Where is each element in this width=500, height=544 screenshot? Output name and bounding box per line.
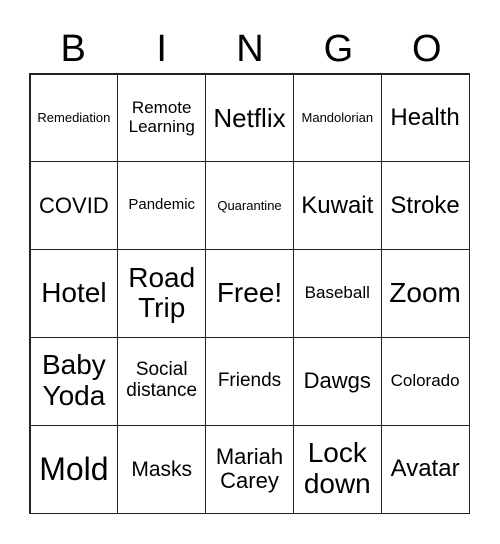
bingo-cell[interactable]: Kuwait bbox=[292, 161, 382, 251]
header-letter-o: O bbox=[412, 28, 442, 70]
bingo-cell[interactable]: Friends bbox=[205, 336, 294, 426]
bingo-cell[interactable]: Baseball bbox=[292, 249, 382, 338]
header-letter-n: N bbox=[236, 28, 264, 70]
bingo-cell[interactable]: Dawgs bbox=[292, 336, 382, 426]
bingo-header: B I N G O bbox=[29, 26, 471, 72]
bingo-cell[interactable]: Health bbox=[380, 73, 470, 163]
bingo-cell[interactable]: Remote Learning bbox=[117, 73, 207, 163]
bingo-cell[interactable]: Zoom bbox=[380, 249, 470, 338]
header-letter-b: B bbox=[60, 28, 86, 70]
bingo-cell[interactable]: Colorado bbox=[380, 336, 470, 426]
bingo-cell[interactable]: Stroke bbox=[380, 161, 470, 251]
bingo-cell[interactable]: Mold bbox=[29, 424, 119, 514]
bingo-cell[interactable]: Lock down bbox=[292, 424, 382, 514]
bingo-cell[interactable]: COVID bbox=[29, 161, 119, 251]
bingo-cell[interactable]: Pandemic bbox=[117, 161, 207, 251]
header-letter-i: I bbox=[156, 28, 167, 70]
header-letter-g: G bbox=[323, 28, 354, 70]
bingo-cell[interactable]: Baby Yoda bbox=[29, 336, 119, 426]
bingo-cell[interactable]: Mariah Carey bbox=[205, 424, 294, 514]
bingo-cell[interactable]: Hotel bbox=[29, 249, 119, 338]
bingo-cell[interactable]: Masks bbox=[117, 424, 207, 514]
bingo-cell[interactable]: Quarantine bbox=[205, 161, 294, 251]
bingo-cell[interactable]: Social distance bbox=[117, 336, 207, 426]
bingo-cell[interactable]: Mandolorian bbox=[292, 73, 382, 163]
bingo-cell[interactable]: Avatar bbox=[380, 424, 470, 514]
bingo-cell[interactable]: Netflix bbox=[205, 73, 294, 163]
bingo-cell[interactable]: Road Trip bbox=[117, 249, 207, 338]
bingo-grid: Remediation Remote Learning Netflix Mand… bbox=[29, 73, 470, 514]
bingo-cell[interactable]: Remediation bbox=[29, 73, 119, 163]
free-space-cell[interactable]: Free! bbox=[205, 249, 294, 338]
